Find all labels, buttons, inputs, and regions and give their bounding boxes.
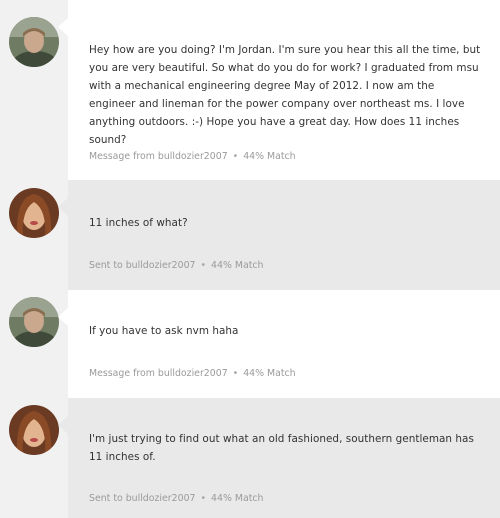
sender-avatar[interactable]: [9, 188, 59, 238]
separator-dot: •: [232, 151, 239, 162]
match-percent: 44% Match: [243, 368, 296, 379]
message-text: I'm just trying to find out what an old …: [89, 433, 474, 463]
message-bubble: If you have to ask nvm haha Message from…: [58, 290, 500, 398]
message-text: If you have to ask nvm haha: [89, 325, 239, 337]
sender-avatar[interactable]: [9, 297, 59, 347]
message-status[interactable]: Message from bulldozier2007: [89, 368, 228, 379]
message-meta: Sent to bulldozier2007 • 44% Match: [89, 260, 263, 271]
message-item: 11 inches of what? Sent to bulldozier200…: [0, 180, 500, 290]
separator-dot: •: [232, 368, 239, 379]
message-thread: Hey how are you doing? I'm Jordan. I'm s…: [0, 0, 500, 518]
message-meta: Sent to bulldozier2007 • 44% Match: [89, 493, 263, 504]
message-status[interactable]: Message from bulldozier2007: [89, 151, 228, 162]
bubble-tail: [58, 18, 68, 36]
bubble-tail: [58, 308, 68, 326]
match-percent: 44% Match: [211, 260, 264, 271]
separator-dot: •: [200, 493, 207, 504]
message-item: If you have to ask nvm haha Message from…: [0, 290, 500, 398]
message-item: Hey how are you doing? I'm Jordan. I'm s…: [0, 0, 500, 180]
message-bubble: I'm just trying to find out what an old …: [58, 398, 500, 518]
message-status[interactable]: Sent to bulldozier2007: [89, 493, 196, 504]
message-status[interactable]: Sent to bulldozier2007: [89, 260, 196, 271]
message-meta: Message from bulldozier2007 • 44% Match: [89, 368, 296, 379]
message-bubble: Hey how are you doing? I'm Jordan. I'm s…: [58, 0, 500, 180]
sender-avatar[interactable]: [9, 405, 59, 455]
bubble-tail: [58, 198, 68, 216]
bubble-tail: [58, 416, 68, 434]
separator-dot: •: [200, 260, 207, 271]
message-text: 11 inches of what?: [89, 217, 188, 229]
match-percent: 44% Match: [243, 151, 296, 162]
match-percent: 44% Match: [211, 493, 264, 504]
message-meta: Message from bulldozier2007 • 44% Match: [89, 151, 296, 162]
message-item: I'm just trying to find out what an old …: [0, 398, 500, 518]
message-text: Hey how are you doing? I'm Jordan. I'm s…: [89, 44, 481, 146]
message-bubble: 11 inches of what? Sent to bulldozier200…: [58, 180, 500, 290]
sender-avatar[interactable]: [9, 17, 59, 67]
